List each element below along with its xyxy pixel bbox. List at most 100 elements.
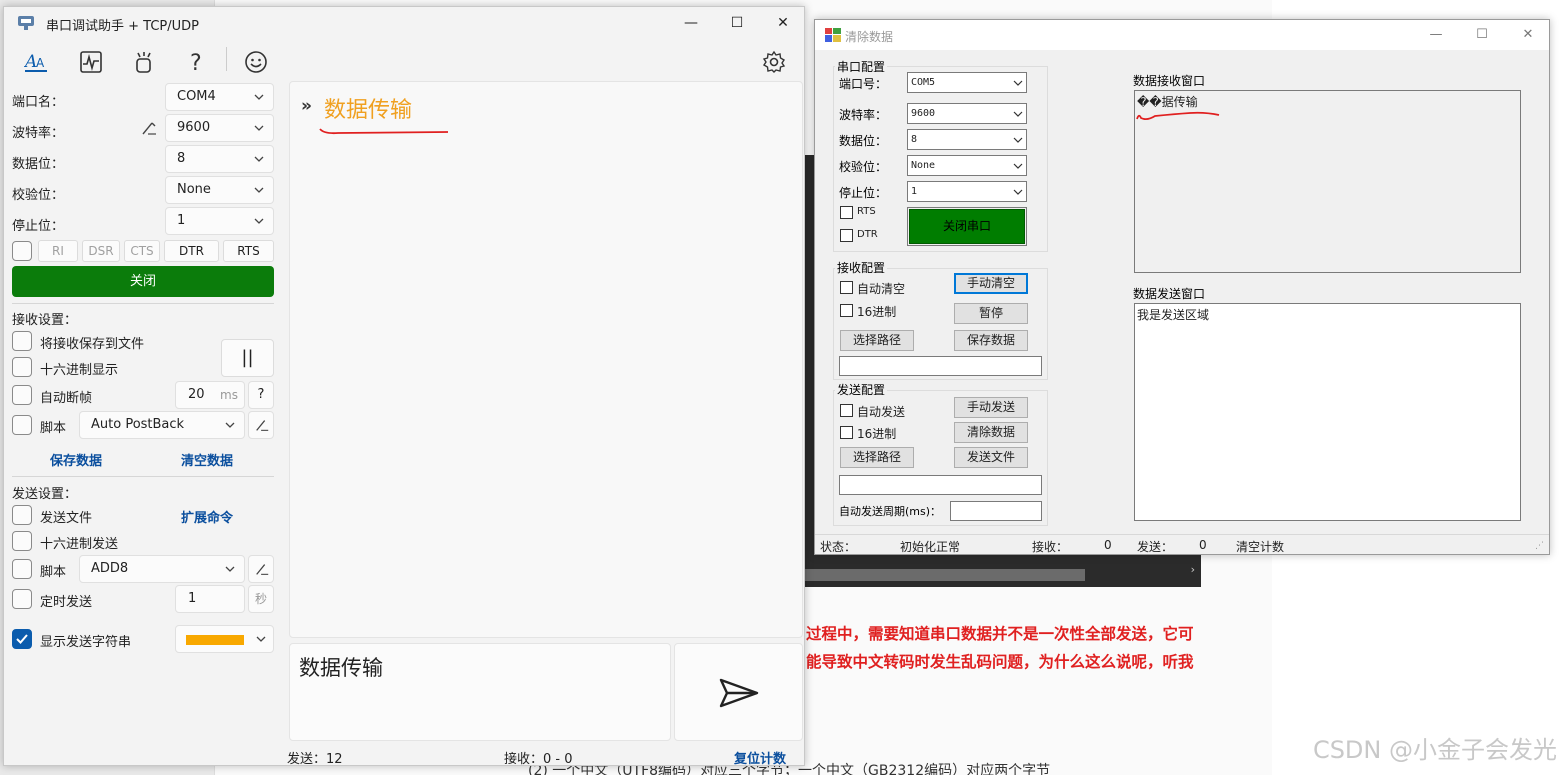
maximize-icon[interactable]: ☐ <box>714 10 760 36</box>
recv-choose-path-button[interactable]: 选择路径 <box>840 330 914 351</box>
clear-data-button[interactable]: 清除数据 <box>954 422 1028 443</box>
save-data-link[interactable]: 保存数据 <box>50 450 102 469</box>
waveform-icon[interactable] <box>76 47 106 77</box>
port-label: 端口号： <box>839 77 888 91</box>
manual-send-button[interactable]: 手动发送 <box>954 397 1028 418</box>
send-script-edit-button[interactable] <box>248 555 274 583</box>
send-script-select[interactable]: ADD8 <box>79 555 245 583</box>
ri-button[interactable]: RI <box>38 240 78 262</box>
timed-send-label: 定时发送 <box>40 595 93 610</box>
send-text-area[interactable]: 数据传输 <box>289 643 671 741</box>
frame-ms-input[interactable]: 20 ms <box>175 381 245 409</box>
magic-wand-icon[interactable] <box>129 47 159 77</box>
save-data-button[interactable]: 保存数据 <box>954 330 1028 351</box>
manual-clear-button[interactable]: 手动清空 <box>954 273 1028 294</box>
scrollbar-thumb[interactable] <box>805 569 1085 581</box>
title-bar[interactable]: 串口调试助手 + TCP/UDP — ☐ ✕ <box>4 7 804 39</box>
databits-select[interactable]: 8 <box>165 145 274 173</box>
title-bar[interactable]: 清除数据 — ☐ ✕ <box>815 20 1549 50</box>
send-path-input[interactable] <box>839 475 1042 495</box>
parity-select[interactable]: None <box>165 176 274 204</box>
timed-interval-input[interactable]: 1 <box>175 585 245 613</box>
clear-data-window: 清除数据 — ☐ ✕ 串口配置 端口号： COM5 波特率： 9600 数据位：… <box>814 19 1550 555</box>
ext-command-link[interactable]: 扩展命令 <box>181 507 233 526</box>
port-value: COM4 <box>177 89 216 104</box>
send-window[interactable]: 我是发送区域 <box>1134 303 1521 521</box>
auto-send-checkbox[interactable] <box>840 404 853 417</box>
dsr-button[interactable]: DSR <box>82 240 120 262</box>
reset-count-link[interactable]: 复位计数 <box>734 748 786 767</box>
databits-select[interactable]: 8 <box>907 129 1027 150</box>
parity-select[interactable]: None <box>907 155 1027 176</box>
port-select[interactable]: COM4 <box>165 83 274 111</box>
stopbits-select[interactable]: 1 <box>165 207 274 235</box>
port-select[interactable]: COM5 <box>907 72 1027 93</box>
timed-send-checkbox[interactable] <box>12 589 32 609</box>
baud-label: 波特率： <box>12 126 65 141</box>
app-icon <box>18 16 34 30</box>
baud-select[interactable]: 9600 <box>907 103 1027 124</box>
pen-edit-icon[interactable] <box>140 119 158 137</box>
clear-count-label[interactable]: 清空计数 <box>1236 538 1284 555</box>
close-serial-button[interactable]: 关闭串口 <box>907 207 1027 246</box>
send-hex-checkbox[interactable] <box>840 426 853 439</box>
chevron-right-icon[interactable]: › <box>1191 563 1195 576</box>
recv-script-checkbox[interactable] <box>12 415 32 435</box>
close-window-icon[interactable]: ✕ <box>1505 24 1551 46</box>
signal-checkbox[interactable] <box>12 241 32 261</box>
send-button[interactable] <box>674 643 803 741</box>
pause-button[interactable]: 暂停 <box>954 303 1028 324</box>
recv-script-edit-button[interactable] <box>248 411 274 439</box>
receive-arrow: » <box>301 96 312 116</box>
send-script-checkbox[interactable] <box>12 559 32 579</box>
hex-send-checkbox[interactable] <box>12 531 32 551</box>
hex-send-label: 十六进制发送 <box>40 537 119 552</box>
databits-label: 数据位： <box>12 157 65 172</box>
ms-unit: ms <box>220 388 238 402</box>
clear-data-link[interactable]: 清空数据 <box>181 450 233 469</box>
pen-edit-icon <box>256 564 269 575</box>
show-send-checkbox[interactable] <box>12 629 32 649</box>
close-window-icon[interactable]: ✕ <box>760 10 806 36</box>
send-arrow-icon <box>719 678 759 708</box>
dtr-checkbox[interactable] <box>840 229 853 242</box>
hex-display-checkbox[interactable] <box>12 357 32 377</box>
save-to-file-checkbox[interactable] <box>12 331 32 351</box>
recv-window[interactable]: ��据传输 <box>1134 90 1521 273</box>
stopbits-select[interactable]: 1 <box>907 181 1027 202</box>
dtr-button[interactable]: DTR <box>164 240 219 262</box>
chevron-down-icon <box>1013 163 1023 169</box>
frame-help-button[interactable]: ? <box>248 381 274 409</box>
close-port-button[interactable]: 关闭 <box>12 266 274 297</box>
svg-text:?: ? <box>190 51 202 74</box>
maximize-icon[interactable]: ☐ <box>1459 24 1505 46</box>
rts-checkbox[interactable] <box>840 206 853 219</box>
chevron-down-icon <box>254 125 264 131</box>
help-icon[interactable]: ? <box>182 47 212 77</box>
receive-text-area[interactable]: » 数据传输 <box>289 81 803 638</box>
resize-grip-icon[interactable]: ⋰ <box>1535 541 1544 551</box>
baud-select[interactable]: 9600 <box>165 114 274 142</box>
minimize-icon[interactable]: — <box>668 10 714 36</box>
font-icon[interactable]: AA <box>21 47 51 77</box>
send-choose-path-button[interactable]: 选择路径 <box>840 447 914 468</box>
smiley-icon[interactable] <box>241 47 271 77</box>
red-underline-annotation <box>1136 111 1220 121</box>
send-color-picker[interactable] <box>175 625 274 653</box>
auto-frame-checkbox[interactable] <box>12 385 32 405</box>
recv-path-input[interactable] <box>839 356 1042 376</box>
recv-window-text: ��据传输 <box>1137 95 1198 109</box>
cts-button[interactable]: CTS <box>124 240 160 262</box>
period-input[interactable] <box>950 501 1042 521</box>
send-file-button[interactable]: 发送文件 <box>954 447 1028 468</box>
rts-button[interactable]: RTS <box>223 240 274 262</box>
send-file-checkbox[interactable] <box>12 505 32 525</box>
recv-script-select[interactable]: Auto PostBack <box>79 411 245 439</box>
recv-hex-checkbox[interactable] <box>840 304 853 317</box>
chevron-down-icon <box>1013 80 1023 86</box>
window-title: 串口调试助手 + TCP/UDP <box>46 19 199 34</box>
settings-gear-icon[interactable] <box>759 47 789 77</box>
minimize-icon[interactable]: — <box>1413 24 1459 46</box>
pause-button[interactable]: || <box>221 339 274 377</box>
auto-clear-checkbox[interactable] <box>840 281 853 294</box>
